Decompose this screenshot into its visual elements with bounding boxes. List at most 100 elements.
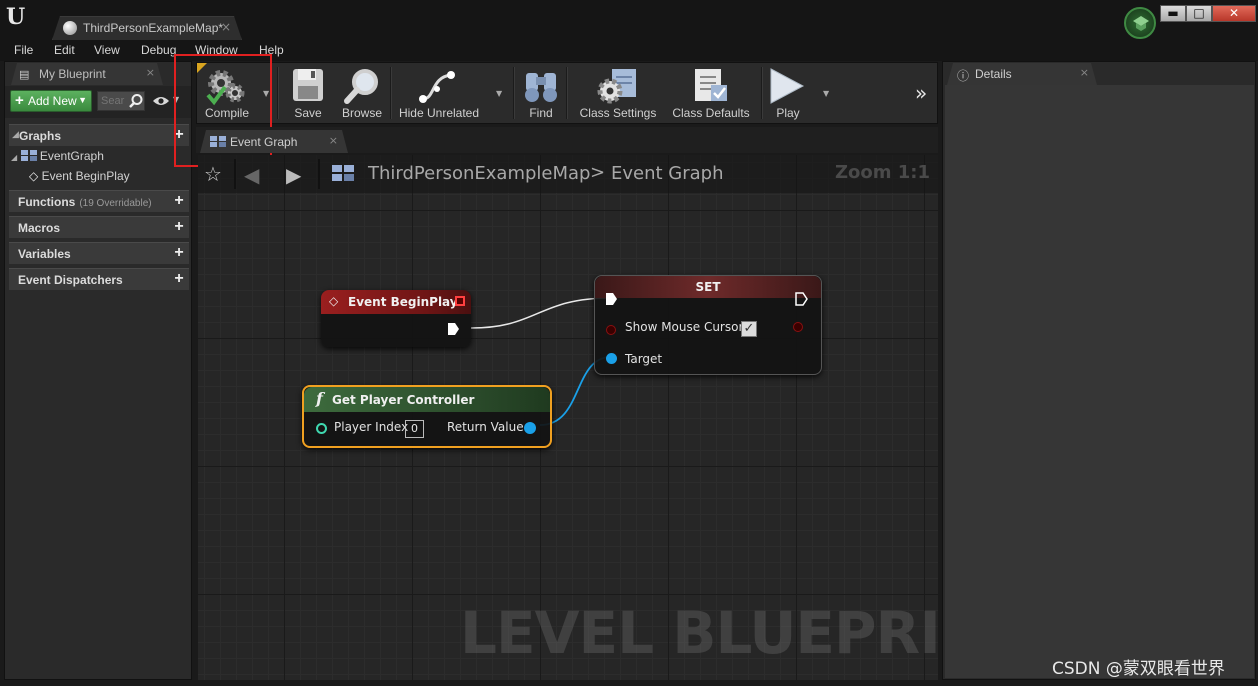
hide-unrelated-nodes-icon	[419, 71, 455, 103]
object-out-pin-icon[interactable]	[524, 422, 536, 434]
my-blueprint-tab[interactable]: ▤ My Blueprint ×	[11, 63, 163, 85]
graph-icon	[210, 136, 226, 147]
section-event-dispatchers[interactable]: Event Dispatchers +	[9, 268, 189, 290]
bool-out-pin-icon[interactable]	[793, 322, 803, 332]
search-icon[interactable]	[128, 93, 144, 109]
find-label: Find	[529, 106, 553, 120]
node-event-beginplay[interactable]: ◇ Event BeginPlay	[321, 290, 471, 347]
maximize-button[interactable]: □	[1186, 5, 1212, 22]
tree-item-eventgraph[interactable]: ◢ EventGraph	[11, 149, 104, 163]
exec-wire	[470, 297, 612, 329]
section-variables[interactable]: Variables +	[9, 242, 189, 264]
close-window-button[interactable]: ✕	[1212, 5, 1256, 22]
tree-item-event-beginplay[interactable]: ◇ Event BeginPlay	[29, 169, 130, 183]
event-graph-tab[interactable]: Event Graph ×	[200, 130, 348, 153]
graph-icon	[20, 150, 37, 161]
toolbar-separator	[566, 67, 568, 119]
title-bar: U ThirdPersonExampleMap* × ▬ □ ✕	[0, 0, 1258, 41]
details-body	[945, 85, 1254, 678]
details-tab[interactable]: ⓘ Details ×	[947, 63, 1097, 85]
int-in-pin-icon[interactable]	[316, 423, 327, 434]
graph-tab-bar: Event Graph ×	[196, 127, 938, 153]
node-header: f Get Player Controller	[304, 387, 550, 412]
graph-canvas[interactable]: ☆ ◀ ▶ ThirdPersonExampleMap > Event Grap…	[198, 155, 938, 680]
section-graphs-title: Graphs	[19, 129, 62, 143]
menu-edit[interactable]: Edit	[54, 43, 75, 57]
unreal-logo-icon: U	[6, 4, 26, 30]
hide-unrelated-chevron-icon[interactable]: ▼	[496, 89, 502, 98]
save-label: Save	[294, 106, 322, 120]
section-event-dispatchers-title: Event Dispatchers	[18, 273, 123, 287]
details-panel: ⓘ Details ×	[942, 61, 1256, 680]
book-icon: ▤	[19, 68, 30, 81]
class-settings-button[interactable]: Class Settings	[573, 63, 663, 123]
add-variable-button[interactable]: +	[171, 245, 187, 261]
event-graph-tab-label: Event Graph	[230, 135, 298, 149]
object-target-pin-icon[interactable]	[606, 353, 617, 364]
node-get-player-controller[interactable]: f Get Player Controller Player Index 0 R…	[302, 385, 552, 448]
node-header: ◇ Event BeginPlay	[321, 290, 471, 314]
play-options-chevron-icon[interactable]: ▼	[823, 89, 829, 98]
toolbar-separator	[761, 67, 763, 119]
class-defaults-button[interactable]: Class Defaults	[667, 63, 755, 123]
save-button[interactable]: Save	[285, 63, 331, 123]
tree-item-label: EventGraph	[39, 149, 104, 163]
add-macro-button[interactable]: +	[171, 219, 187, 235]
source-control-icon[interactable]	[1124, 7, 1156, 39]
node-title: Event BeginPlay	[348, 295, 458, 309]
browse-button[interactable]: Browse	[337, 63, 387, 123]
csdn-watermark: CSDN @蒙双眼看世界	[1052, 659, 1225, 679]
toolbar-separator	[277, 67, 279, 119]
section-macros-title: Macros	[18, 221, 61, 235]
section-graphs[interactable]: ◢ Graphs +	[9, 124, 189, 146]
browse-label: Browse	[341, 106, 382, 120]
close-icon[interactable]: ×	[329, 134, 338, 147]
toolbar-overflow-chevron-icon[interactable]: »	[915, 81, 927, 105]
document-tab-label: ThirdPersonExampleMap*	[83, 21, 224, 35]
menu-file[interactable]: File	[14, 43, 33, 57]
node-title: Get Player Controller	[332, 393, 475, 407]
play-triangle-icon	[770, 68, 805, 104]
node-set[interactable]: SET Show Mouse Cursor ✓ Target	[594, 275, 822, 375]
exec-out-pin-icon[interactable]	[447, 322, 460, 336]
collapse-arrow-icon: ◢	[11, 153, 18, 162]
exec-out-pin-icon[interactable]	[795, 292, 808, 306]
close-icon[interactable]: ×	[146, 66, 155, 79]
section-functions-label: Functions	[18, 195, 76, 209]
hide-unrelated-button[interactable]: Hide Unrelated	[395, 63, 483, 123]
class-settings-label: Class Settings	[579, 106, 657, 120]
my-blueprint-toolbar: + Add New ▼ ▼	[5, 86, 191, 118]
node-header: SET	[595, 276, 821, 298]
toolbar-separator	[390, 67, 392, 119]
find-binoculars-icon	[525, 73, 557, 102]
exec-in-pin-icon[interactable]	[605, 292, 618, 306]
menu-debug[interactable]: Debug	[141, 43, 176, 57]
play-button[interactable]: Play	[765, 63, 811, 123]
class-defaults-icon	[695, 69, 727, 101]
toolbar-separator	[513, 67, 515, 119]
minimize-button[interactable]: ▬	[1160, 5, 1186, 22]
add-function-button[interactable]: +	[171, 193, 187, 209]
delegate-pin-icon[interactable]	[455, 296, 465, 306]
pin-show-mouse-cursor: Show Mouse Cursor	[625, 320, 744, 334]
function-icon: f	[316, 389, 323, 408]
section-macros[interactable]: Macros +	[9, 216, 189, 238]
add-new-label: Add New	[28, 94, 77, 108]
find-button[interactable]: Find	[519, 63, 563, 123]
bool-in-pin-icon[interactable]	[606, 325, 616, 335]
add-new-button[interactable]: + Add New ▼	[10, 90, 92, 112]
player-index-value-input[interactable]: 0	[405, 420, 424, 438]
play-label: Play	[776, 106, 800, 120]
show-mouse-cursor-checkbox[interactable]: ✓	[741, 321, 757, 337]
close-icon[interactable]: ×	[221, 20, 231, 34]
document-tab[interactable]: ThirdPersonExampleMap* ×	[52, 16, 242, 40]
close-icon[interactable]: ×	[1080, 66, 1089, 79]
section-functions[interactable]: Functions (19 Overridable) +	[9, 190, 189, 212]
pin-return-value: Return Value	[447, 420, 524, 434]
my-blueprint-tab-label: My Blueprint	[39, 67, 106, 81]
add-event-dispatcher-button[interactable]: +	[171, 271, 187, 287]
eye-icon[interactable]	[152, 95, 170, 107]
menu-view[interactable]: View	[94, 43, 120, 57]
class-settings-icon	[597, 69, 636, 104]
details-tab-label: Details	[975, 67, 1012, 81]
